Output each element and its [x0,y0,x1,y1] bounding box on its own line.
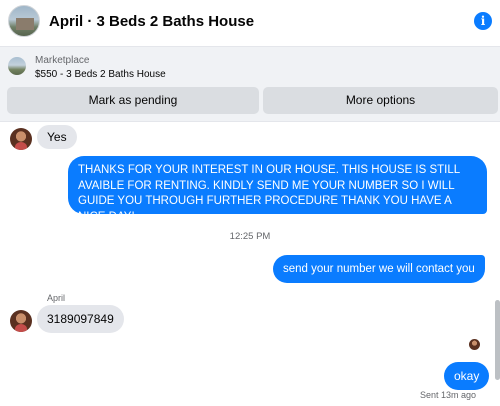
scrollbar-thumb[interactable] [495,300,500,380]
chat-title[interactable]: April · 3 Beds 2 Baths House [49,13,254,30]
seen-indicator-avatar [469,339,480,350]
outgoing-message[interactable]: send your number we will contact you [273,255,485,283]
outgoing-message[interactable]: THANKS FOR YOUR INTEREST IN OUR HOUSE. T… [68,156,487,223]
outgoing-message[interactable]: okay [444,362,490,390]
listing-thumbnail[interactable] [8,57,26,75]
sent-status: Sent 13m ago [420,390,477,400]
scrollbar[interactable] [494,122,500,406]
avatar[interactable] [10,310,32,332]
mark-as-pending-button[interactable]: Mark as pending [7,87,259,114]
avatar[interactable] [10,128,32,150]
message-thread[interactable]: Yes THANKS FOR YOUR INTEREST IN OUR HOUS… [0,122,500,406]
house-photo-icon [16,18,34,30]
sender-name: April [47,293,66,303]
incoming-message[interactable]: 3189097849 [37,305,124,333]
listing-summary[interactable]: $550 - 3 Beds 2 Baths House [35,69,166,80]
marketplace-label: Marketplace [35,55,90,66]
incoming-message[interactable]: Yes [37,125,77,149]
marketplace-panel: Marketplace $550 - 3 Beds 2 Baths House … [0,46,500,122]
message-timestamp: 12:25 PM [229,231,271,242]
more-options-button[interactable]: More options [263,87,498,114]
chat-header: April · 3 Beds 2 Baths House i [0,0,500,46]
listing-avatar[interactable] [8,5,40,37]
info-icon[interactable]: i [474,12,492,30]
